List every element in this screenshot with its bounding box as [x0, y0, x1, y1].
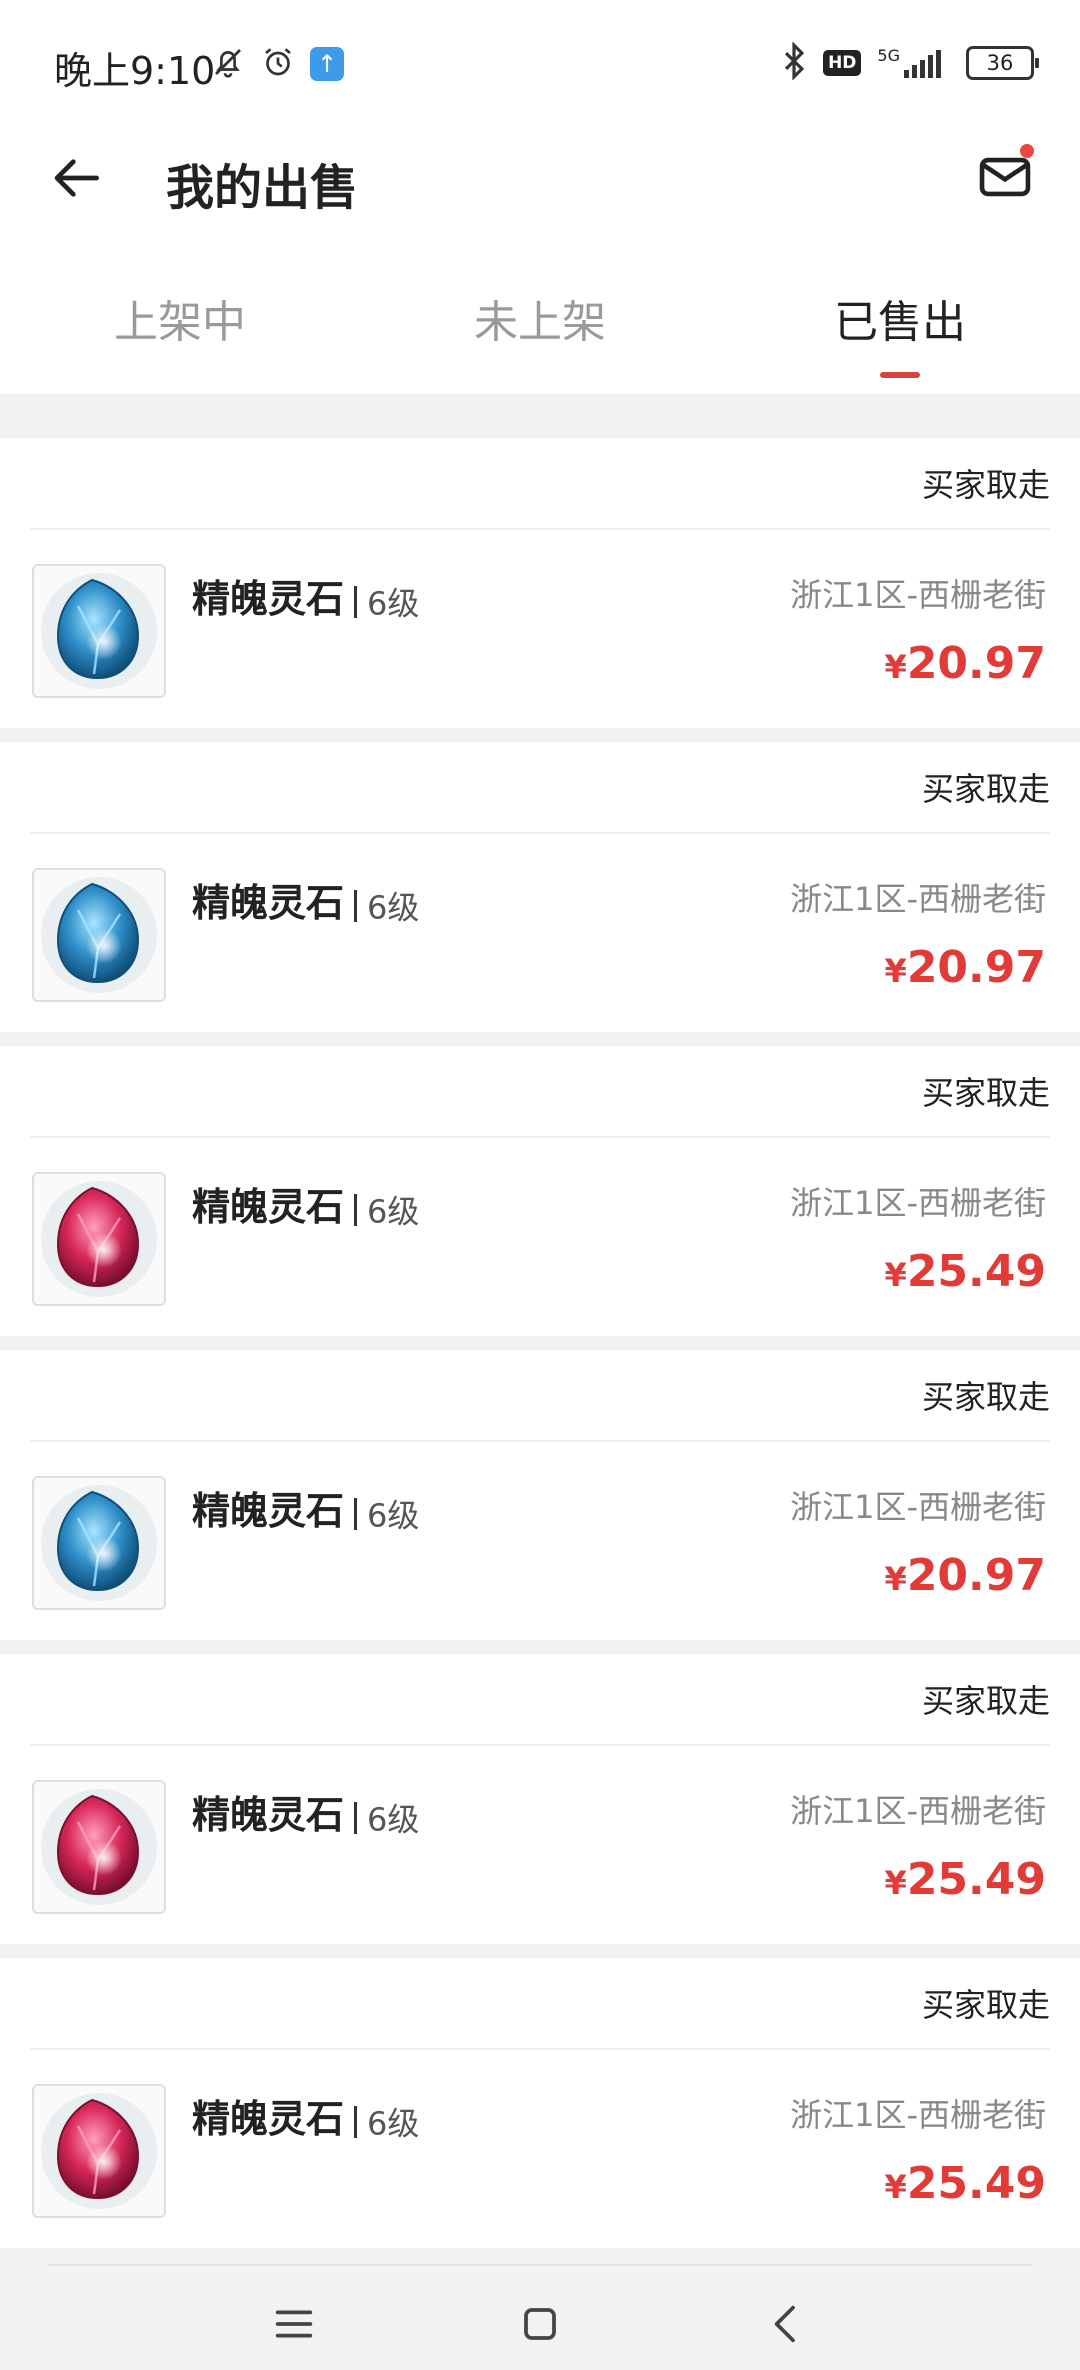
divider — [30, 1136, 1050, 1138]
back-button[interactable] — [50, 150, 106, 206]
list-bottom-divider — [48, 2264, 1032, 2266]
item-server: 浙江1区-西栅老街 — [790, 1488, 1046, 1526]
divider — [30, 832, 1050, 834]
upload-app-icon: ↑ — [310, 47, 344, 81]
bluetooth-icon — [781, 41, 807, 84]
status-time: 晚上9:10 — [54, 49, 216, 93]
network-type: 5G — [877, 46, 900, 65]
item-level: 6级 — [367, 1496, 420, 1535]
item-server: 浙江1区-西栅老街 — [790, 880, 1046, 918]
item-server: 浙江1区-西栅老街 — [790, 1792, 1046, 1830]
page-title: 我的出售 — [166, 160, 359, 216]
item-level: 6级 — [367, 584, 420, 623]
nav-back-button[interactable] — [758, 2296, 814, 2352]
order-card[interactable]: 买家取走 精魄灵石 6级 浙江1区-西栅老街 ¥20.97 — [0, 1350, 1080, 1640]
item-name: 精魄灵石 — [192, 1489, 345, 1533]
gem-icon — [41, 1181, 157, 1297]
item-thumbnail — [32, 1780, 166, 1914]
order-status: 买家取走 — [921, 770, 1050, 808]
nav-home-button[interactable] — [512, 2296, 568, 2352]
item-name: 精魄灵石 — [192, 1793, 345, 1837]
currency-symbol: ¥ — [884, 1864, 907, 1902]
currency-symbol: ¥ — [884, 1256, 907, 1294]
item-level: 6级 — [367, 2104, 420, 2143]
item-thumbnail — [32, 1476, 166, 1610]
system-nav-bar — [0, 2268, 1080, 2370]
square-icon — [524, 2308, 556, 2340]
item-thumbnail — [32, 564, 166, 698]
item-server: 浙江1区-西栅老街 — [790, 1184, 1046, 1222]
separator — [354, 2105, 358, 2138]
currency-symbol: ¥ — [884, 952, 907, 990]
tab-bar: 上架中 未上架 已售出 — [0, 230, 1080, 396]
unread-dot — [1020, 144, 1034, 158]
order-status: 买家取走 — [921, 1378, 1050, 1416]
separator — [354, 889, 358, 922]
gem-icon — [41, 573, 157, 689]
currency-symbol: ¥ — [884, 648, 907, 686]
separator — [354, 1801, 358, 1834]
item-server: 浙江1区-西栅老街 — [790, 2096, 1046, 2134]
item-price: 20.97 — [906, 1550, 1046, 1601]
order-card[interactable]: 买家取走 精魄灵石 6级 浙江1区-西栅老街 ¥25.49 — [0, 1654, 1080, 1944]
order-card[interactable]: 买家取走 精魄灵石 6级 浙江1区-西栅老街 ¥25.49 — [0, 1046, 1080, 1336]
tab-off-shelf[interactable]: 未上架 — [360, 286, 720, 350]
order-card[interactable]: 买家取走 精魄灵石 6级 浙江1区-西栅老街 ¥20.97 — [0, 438, 1080, 728]
app-header: 我的出售 — [0, 130, 1080, 230]
currency-symbol: ¥ — [884, 1560, 907, 1598]
status-bar: 晚上9:10 ↑ HD 5G 36 — [0, 0, 1080, 130]
order-status: 买家取走 — [921, 466, 1050, 504]
item-name: 精魄灵石 — [192, 881, 345, 925]
item-level: 6级 — [367, 1192, 420, 1231]
gem-icon — [41, 1789, 157, 1905]
item-thumbnail — [32, 1172, 166, 1306]
order-status: 买家取走 — [921, 1682, 1050, 1720]
tab-sold[interactable]: 已售出 — [720, 286, 1080, 350]
item-level: 6级 — [367, 1800, 420, 1839]
item-level: 6级 — [367, 888, 420, 927]
mail-button[interactable] — [976, 144, 1034, 206]
separator — [354, 1497, 358, 1530]
item-name: 精魄灵石 — [192, 2097, 345, 2141]
bell-muted-icon — [210, 44, 246, 84]
order-card[interactable]: 买家取走 精魄灵石 6级 浙江1区-西栅老街 ¥20.97 — [0, 742, 1080, 1032]
gem-icon — [41, 877, 157, 993]
divider — [30, 1440, 1050, 1442]
menu-icon — [275, 2310, 313, 2338]
order-status: 买家取走 — [921, 1986, 1050, 2024]
divider — [30, 1744, 1050, 1746]
item-price: 25.49 — [906, 1246, 1046, 1297]
battery-icon: 36 — [966, 46, 1039, 80]
hd-badge: HD — [823, 50, 862, 76]
gem-icon — [41, 2093, 157, 2209]
item-price: 25.49 — [906, 2158, 1046, 2209]
item-name: 精魄灵石 — [192, 1185, 345, 1229]
nav-menu-button[interactable] — [266, 2296, 322, 2352]
item-thumbnail — [32, 2084, 166, 2218]
gem-icon — [41, 1485, 157, 1601]
divider — [30, 528, 1050, 530]
divider — [30, 2048, 1050, 2050]
tab-on-shelf[interactable]: 上架中 — [0, 286, 360, 350]
separator — [354, 1193, 358, 1226]
order-status: 买家取走 — [921, 1074, 1050, 1112]
item-price: 20.97 — [906, 942, 1046, 993]
currency-symbol: ¥ — [884, 2168, 907, 2206]
alarm-icon — [260, 44, 296, 84]
signal-icon: 5G — [877, 48, 950, 78]
item-server: 浙江1区-西栅老街 — [790, 576, 1046, 614]
separator — [354, 585, 358, 618]
arrow-left-icon — [54, 159, 99, 197]
item-thumbnail — [32, 868, 166, 1002]
active-tab-indicator — [880, 372, 920, 378]
item-price: 25.49 — [906, 1854, 1046, 1905]
chevron-left-icon — [774, 2305, 795, 2343]
order-card[interactable]: 买家取走 精魄灵石 6级 浙江1区-西栅老街 ¥25.49 — [0, 1958, 1080, 2248]
item-name: 精魄灵石 — [192, 577, 345, 621]
item-price: 20.97 — [906, 638, 1046, 689]
